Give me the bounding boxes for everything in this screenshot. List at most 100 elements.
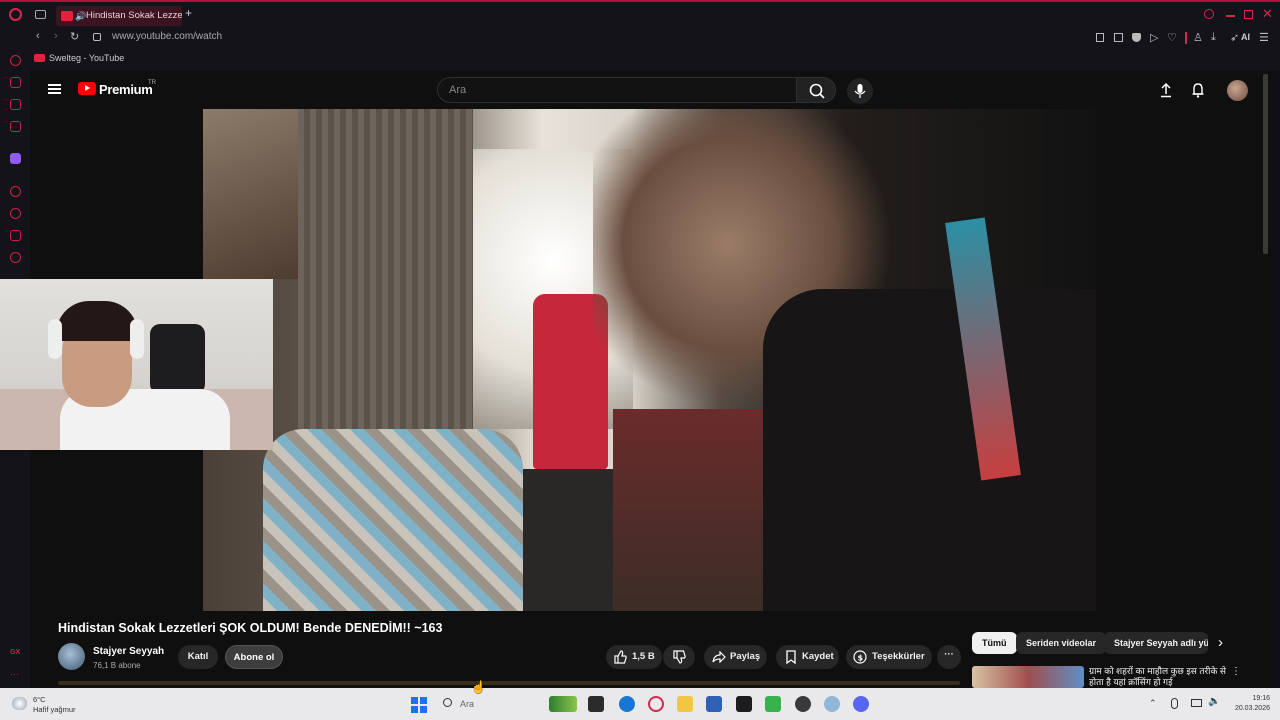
chevron-right-icon[interactable]: › xyxy=(1218,634,1223,651)
download-icon[interactable]: ⤓ xyxy=(1211,31,1216,44)
join-button[interactable]: Katıl xyxy=(178,645,218,669)
obs-icon[interactable] xyxy=(795,696,811,712)
maximize-icon[interactable] xyxy=(1244,10,1253,19)
mouse-cursor-icon: ☝ xyxy=(471,680,486,694)
recommended-menu-icon[interactable]: ⋮ xyxy=(1231,666,1241,677)
chip-channel[interactable]: Stajyer Seyyah adlı yü xyxy=(1104,632,1208,654)
back-icon[interactable]: ‹ xyxy=(36,30,40,42)
shopping-icon[interactable] xyxy=(10,77,21,88)
tab-active[interactable]: 🔊 Hindistan Sokak Lezzetleri xyxy=(56,6,182,26)
task-view-icon[interactable] xyxy=(588,696,604,712)
account-avatar[interactable] xyxy=(1227,80,1248,101)
ai-label[interactable]: AI xyxy=(1241,32,1250,42)
aria-icon[interactable]: ➶ xyxy=(1230,31,1239,44)
divider xyxy=(1185,32,1187,44)
tray-volume-icon[interactable]: 🔈 xyxy=(1208,696,1220,707)
close-window-icon[interactable]: ✕ xyxy=(1262,6,1273,22)
recommended-thumbnail[interactable] xyxy=(972,666,1084,688)
video-shorts xyxy=(523,469,618,611)
chip-all[interactable]: Tümü xyxy=(972,632,1017,654)
save-label: Kaydet xyxy=(802,651,834,662)
history-icon[interactable] xyxy=(10,208,21,219)
weather-temperature[interactable]: 6°C xyxy=(33,695,46,704)
recommended-title[interactable]: ग्राम को शहरों का माहौल कुछ इस तरीके से … xyxy=(1089,666,1229,688)
windows-start-icon[interactable] xyxy=(411,697,427,713)
video-checkered-cloth xyxy=(263,429,523,611)
like-button[interactable]: 1,5 B xyxy=(606,645,662,669)
video-player[interactable] xyxy=(203,109,1096,611)
search-input[interactable]: Ara xyxy=(437,77,797,103)
chip-series[interactable]: Seriden videolar xyxy=(1016,632,1107,654)
adblock-shield-icon[interactable] xyxy=(1132,33,1141,42)
tray-mic-icon[interactable] xyxy=(1171,698,1178,709)
profile-icon[interactable]: ♙ xyxy=(1193,31,1203,44)
settings-icon[interactable] xyxy=(10,252,21,263)
bookmark-swelteg[interactable]: Swelteg - YouTube xyxy=(49,53,124,63)
settings-gear-icon[interactable] xyxy=(824,696,840,712)
super-thanks-icon: $ xyxy=(853,650,867,664)
browser-tab-bar: 🔊 Hindistan Sokak Lezzetleri + ✕ xyxy=(0,0,1280,28)
taskbar-widget-icon[interactable] xyxy=(549,696,577,712)
bookmark-save-icon xyxy=(786,650,796,664)
share-button[interactable]: Paylaş xyxy=(704,645,767,669)
page-scrollbar[interactable] xyxy=(1263,74,1268,254)
voice-search-button[interactable] xyxy=(847,78,873,104)
extensions-icon[interactable] xyxy=(10,230,21,241)
speed-dial-icon[interactable] xyxy=(10,55,21,66)
notifications-bell-icon[interactable] xyxy=(1190,82,1206,98)
svg-text:$: $ xyxy=(858,654,864,663)
channel-avatar[interactable] xyxy=(58,643,85,670)
search-tabs-icon[interactable] xyxy=(1204,9,1214,19)
like-count: 1,5 B xyxy=(632,651,655,662)
snapshot-icon[interactable] xyxy=(1114,33,1123,42)
speaker-icon[interactable]: 🔊 xyxy=(75,6,86,26)
taskbar-search-input[interactable]: Ara xyxy=(436,695,546,713)
hamburger-menu-icon[interactable] xyxy=(48,84,61,94)
edge-icon[interactable] xyxy=(619,696,635,712)
discord-icon[interactable] xyxy=(853,696,869,712)
save-button[interactable]: Kaydet xyxy=(776,645,839,669)
subscribe-button[interactable]: Abone ol xyxy=(225,645,283,669)
upload-icon[interactable] xyxy=(1158,82,1174,98)
description-box[interactable] xyxy=(58,681,960,685)
share-icon xyxy=(712,651,726,663)
more-actions-button[interactable]: ··· xyxy=(937,645,961,669)
dislike-button[interactable] xyxy=(663,645,695,669)
youtube-logo-icon[interactable] xyxy=(78,82,96,95)
weather-cloud-icon[interactable] xyxy=(12,697,27,710)
twitch-icon[interactable] xyxy=(10,153,21,164)
bookmark-icon[interactable] xyxy=(1096,33,1104,42)
opera-logo-icon[interactable] xyxy=(9,8,22,21)
forward-icon[interactable]: › xyxy=(54,30,58,42)
workspaces-icon[interactable] xyxy=(35,10,46,19)
heart-icon[interactable]: ♡ xyxy=(1167,31,1177,44)
new-tab-button[interactable]: + xyxy=(185,6,192,20)
nvidia-icon[interactable] xyxy=(765,696,781,712)
tray-chevron-up-icon[interactable]: ⌃ xyxy=(1149,698,1157,709)
opera-gx-taskbar-icon[interactable] xyxy=(648,696,664,712)
lock-icon[interactable] xyxy=(93,33,101,41)
sidebar-more-icon[interactable]: ··· xyxy=(10,669,19,679)
channel-name[interactable]: Stajyer Seyyah xyxy=(93,646,164,657)
player-icon[interactable]: ▷ xyxy=(1150,31,1158,44)
webcam-headphone-right xyxy=(130,319,144,359)
gx-corner-icon[interactable] xyxy=(10,99,21,110)
easy-setup-icon[interactable]: ☰ xyxy=(1259,31,1269,44)
taskbar-clock[interactable]: 19:16 20.03.2026 xyxy=(1226,694,1270,714)
messenger-icon[interactable] xyxy=(10,121,21,132)
thanks-button[interactable]: $ Teşekkürler xyxy=(846,645,932,669)
url-field[interactable]: www.youtube.com/watch xyxy=(112,31,222,42)
weather-description[interactable]: Hafif yağmur xyxy=(33,705,76,714)
webcam-headphone-left xyxy=(48,319,62,359)
microsoft-store-icon[interactable] xyxy=(706,696,722,712)
reload-icon[interactable]: ↻ xyxy=(70,30,79,43)
tray-network-icon[interactable] xyxy=(1191,699,1202,707)
player-sidebar-icon[interactable] xyxy=(10,186,21,197)
logo-text[interactable]: Premium xyxy=(99,82,153,97)
video-person-left xyxy=(203,109,298,279)
search-button[interactable] xyxy=(796,77,836,103)
file-explorer-icon[interactable] xyxy=(677,696,693,712)
minimize-icon[interactable] xyxy=(1226,15,1235,17)
thanks-label: Teşekkürler xyxy=(872,651,925,662)
streaming-app-icon[interactable] xyxy=(736,696,752,712)
